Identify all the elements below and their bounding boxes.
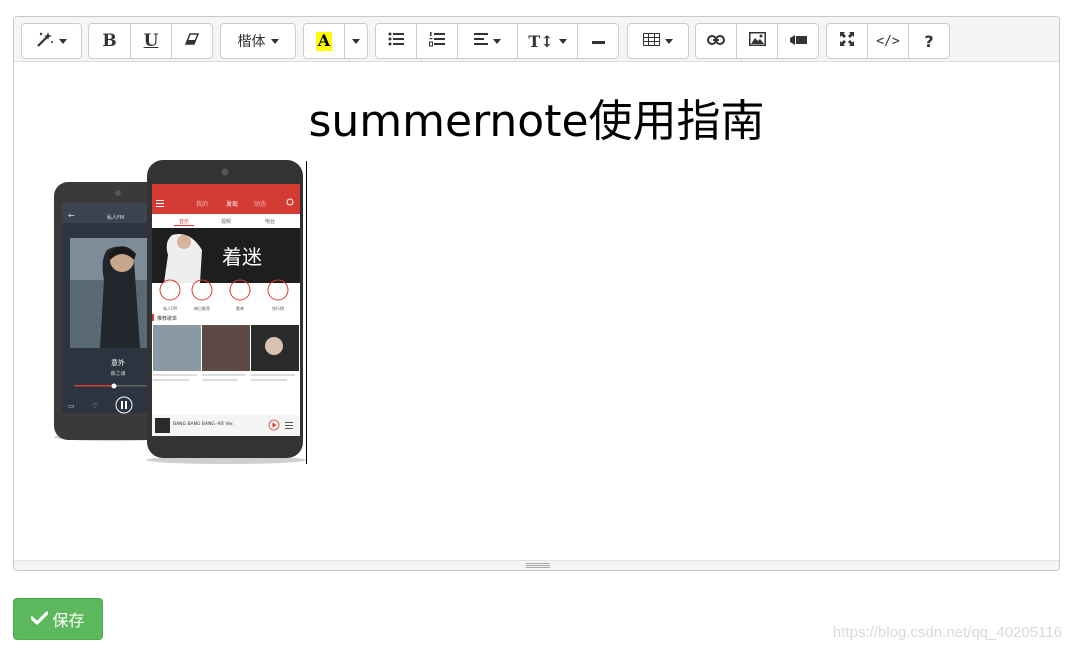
style-group bbox=[21, 23, 82, 59]
unordered-list-button[interactable] bbox=[375, 23, 417, 59]
color-group: A bbox=[303, 23, 368, 59]
align-left-icon bbox=[474, 33, 488, 49]
svg-text:推荐歌单: 推荐歌单 bbox=[157, 315, 177, 322]
svg-text:电台: 电台 bbox=[265, 218, 275, 225]
svg-text:我的: 我的 bbox=[196, 200, 208, 208]
video-icon bbox=[789, 33, 807, 49]
underline-icon: U bbox=[143, 31, 159, 51]
paragraph-align-button[interactable] bbox=[457, 23, 518, 59]
insert-link-button[interactable] bbox=[695, 23, 737, 59]
codeview-button[interactable]: </> bbox=[867, 23, 909, 59]
insert-picture-button[interactable] bbox=[736, 23, 778, 59]
eraser-icon bbox=[184, 33, 200, 49]
fullscreen-icon bbox=[840, 32, 854, 50]
fontname-label: 楷体 bbox=[237, 34, 266, 50]
view-group: </> ? bbox=[826, 23, 950, 59]
ordered-list-button[interactable] bbox=[416, 23, 458, 59]
watermark: https://blog.csdn.net/qq_40205116 bbox=[832, 624, 1062, 641]
color-dropdown-button[interactable] bbox=[344, 23, 368, 59]
chevron-down-icon bbox=[665, 38, 673, 44]
save-button-label: 保存 bbox=[52, 611, 85, 630]
resize-grip-icon[interactable] bbox=[526, 563, 550, 568]
font-style-group: B U bbox=[88, 23, 213, 59]
inserted-image-phones[interactable]: ← 私人FM 意外 薛之谦 ▭ ♡ 发现 我的 动态 音乐 视频 电台 着迷 私… bbox=[52, 160, 308, 465]
svg-text:发现: 发现 bbox=[226, 200, 238, 208]
svg-text:视频: 视频 bbox=[221, 218, 231, 225]
editable-area[interactable]: summernote使用指南 ← 私人FM 意外 薛之谦 ▭ ♡ 发现 我的 动… bbox=[14, 62, 1059, 562]
save-button[interactable]: 保存 bbox=[13, 598, 103, 640]
banner-text: 着迷 bbox=[222, 245, 262, 269]
chevron-down-icon bbox=[270, 38, 279, 44]
table-dropdown-button[interactable] bbox=[627, 23, 689, 59]
clear-format-button[interactable] bbox=[171, 23, 213, 59]
table-group bbox=[627, 23, 689, 59]
insert-group bbox=[695, 23, 819, 59]
back-artist: 薛之谦 bbox=[110, 370, 125, 377]
paragraph-group: T↕ bbox=[375, 23, 619, 59]
underline-button[interactable]: U bbox=[130, 23, 172, 59]
line-height-button[interactable]: T↕ bbox=[517, 23, 578, 59]
magic-wand-icon bbox=[36, 31, 54, 51]
checkmark-icon bbox=[30, 610, 52, 629]
editor-statusbar bbox=[14, 560, 1059, 570]
now-playing: BANG BANG BANG -KR Ver. bbox=[173, 421, 234, 427]
text-height-icon: T↕ bbox=[528, 31, 554, 51]
ordered-list-icon bbox=[429, 31, 445, 51]
chevron-down-icon bbox=[493, 38, 501, 44]
bold-button[interactable]: B bbox=[88, 23, 131, 59]
fullscreen-button[interactable] bbox=[826, 23, 868, 59]
document-title: summernote使用指南 bbox=[308, 96, 765, 147]
svg-text:每日推荐: 每日推荐 bbox=[194, 305, 210, 311]
svg-text:私人FM: 私人FM bbox=[107, 214, 124, 221]
svg-text:音乐: 音乐 bbox=[179, 218, 189, 225]
summernote-editor: B U 楷体 A T↕ </> ? summernote使用指南 ← 私人FM … bbox=[13, 16, 1060, 571]
help-button[interactable]: ? bbox=[908, 23, 950, 59]
bold-icon: B bbox=[102, 31, 117, 51]
editor-toolbar: B U 楷体 A T↕ </> ? bbox=[14, 17, 1059, 62]
chevron-down-icon bbox=[59, 38, 67, 44]
fontname-dropdown-button[interactable]: 楷体 bbox=[220, 23, 296, 59]
svg-text:歌单: 歌单 bbox=[236, 305, 244, 311]
svg-text:私人FM: 私人FM bbox=[163, 305, 177, 311]
link-icon bbox=[707, 33, 725, 49]
codeview-icon: </> bbox=[876, 33, 900, 49]
svg-text:动态: 动态 bbox=[254, 200, 266, 208]
table-icon bbox=[643, 32, 660, 50]
svg-text:排行榜: 排行榜 bbox=[272, 305, 284, 311]
picture-icon bbox=[748, 32, 766, 50]
svg-text:▭: ▭ bbox=[68, 402, 75, 410]
horizontal-rule-button[interactable] bbox=[577, 23, 619, 59]
style-dropdown-button[interactable] bbox=[21, 23, 82, 59]
image-resize-handle[interactable] bbox=[306, 161, 307, 464]
chevron-down-icon bbox=[558, 38, 567, 44]
unordered-list-icon bbox=[388, 32, 404, 50]
insert-video-button[interactable] bbox=[777, 23, 819, 59]
help-icon: ? bbox=[924, 31, 934, 51]
chevron-down-icon bbox=[352, 38, 360, 44]
horizontal-rule-icon bbox=[591, 33, 605, 49]
svg-text:♡: ♡ bbox=[92, 402, 98, 410]
back-song-title: 意外 bbox=[111, 358, 125, 367]
fontname-group: 楷体 bbox=[220, 23, 296, 59]
recent-color-button[interactable]: A bbox=[303, 23, 345, 59]
svg-text:←: ← bbox=[68, 211, 75, 220]
text-color-icon: A bbox=[315, 30, 333, 51]
